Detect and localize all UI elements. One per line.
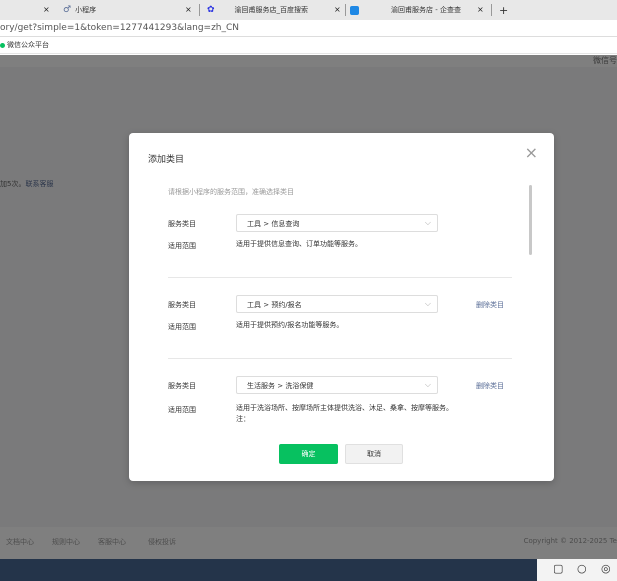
baidu-paw-icon: ✿ — [207, 5, 215, 15]
dialog-title: 添加类目 — [148, 155, 185, 165]
tab-close-icon[interactable]: × — [477, 5, 484, 14]
add-category-dialog: 添加类目 × 请根据小程序的服务范围，准确选择类目 服务类目 工具 > 信息查询… — [129, 133, 554, 481]
bookmarks-bar: 微信公众平台 — [0, 37, 617, 54]
browser-tab-1[interactable]: × — [0, 0, 52, 20]
scope-value: 适用于提供信息查询、订单功能等服务。 — [236, 240, 362, 248]
category-select[interactable]: 工具 > 信息查询 ⌵ — [236, 214, 438, 232]
category-select[interactable]: 生活服务 > 洗浴保健 ⌵ — [236, 376, 438, 394]
tab-close-icon[interactable]: × — [334, 5, 341, 14]
tab-label: 渝回甫服务店_百度搜索 — [234, 6, 309, 14]
browser-tab-bar: × ♂ 小程序 × ✿ 渝回甫服务店_百度搜索 × 渝回甫服务店 - 企查查 ×… — [0, 0, 617, 20]
divider — [168, 358, 512, 359]
chevron-down-icon: ⌵ — [424, 299, 431, 308]
system-tray: ▢ ○ ◎ — [537, 559, 617, 581]
divider — [168, 277, 512, 278]
scope-label: 适用范围 — [168, 242, 196, 250]
category-select[interactable]: 工具 > 预约/报名 ⌵ — [236, 295, 438, 313]
scope-value: 适用于提供预约/报名功能等服务。 — [236, 321, 344, 329]
scope-label: 适用范围 — [168, 323, 196, 331]
scope-note: 注： — [236, 415, 250, 423]
mini-program-icon: ♂ — [63, 5, 72, 15]
wechat-bookmark-icon — [0, 43, 5, 48]
scope-label: 适用范围 — [168, 406, 196, 414]
cancel-button[interactable]: 取消 — [345, 444, 403, 464]
tab-close-icon[interactable]: × — [185, 5, 192, 14]
close-icon[interactable]: × — [525, 143, 538, 162]
category-select-value: 工具 > 预约/报名 — [247, 301, 302, 309]
chevron-down-icon: ⌵ — [424, 380, 431, 389]
delete-category-link[interactable]: 删除类目 — [476, 300, 504, 310]
category-item: 服务类目 生活服务 > 洗浴保健 ⌵ 删除类目 适用范围 适用于洗浴场所、按摩场… — [168, 375, 512, 435]
category-item: 服务类目 工具 > 预约/报名 ⌵ 删除类目 适用范围 适用于提供预约/报名功能… — [168, 294, 512, 360]
tab-separator — [345, 4, 346, 16]
tab-close-icon[interactable]: × — [43, 5, 50, 14]
new-tab-button[interactable]: + — [499, 0, 511, 20]
os-taskbar: ▢ ○ ◎ — [0, 559, 617, 581]
scope-value: 适用于洗浴场所、按摩场所主体提供洗浴、沐足、桑拿、按摩等服务。 — [236, 404, 453, 412]
service-category-label: 服务类目 — [168, 301, 196, 309]
service-category-label: 服务类目 — [168, 382, 196, 390]
browser-tab-mini-program[interactable]: ♂ 小程序 × — [63, 0, 193, 20]
bookmark-wechat-mp[interactable]: 微信公众平台 — [7, 40, 49, 50]
category-select-value: 工具 > 信息查询 — [247, 220, 300, 228]
chevron-down-icon: ⌵ — [424, 218, 431, 227]
category-select-value: 生活服务 > 洗浴保健 — [247, 382, 314, 390]
delete-category-link[interactable]: 删除类目 — [476, 381, 504, 391]
circle-icon[interactable]: ○ — [577, 562, 587, 575]
address-url: ory/get?simple=1&token=1277441293&lang=z… — [0, 23, 240, 33]
browser-tab-baidu[interactable]: ✿ 渝回甫服务店_百度搜索 × — [207, 0, 343, 20]
tab-label: 渝回甫服务店 - 企查查 — [391, 6, 461, 14]
tab-separator — [199, 4, 200, 16]
dialog-scrollbar[interactable] — [529, 185, 532, 255]
category-item: 服务类目 工具 > 信息查询 ⌵ 适用范围 适用于提供信息查询、订单功能等服务。 — [168, 213, 512, 279]
qichacha-icon — [350, 5, 359, 15]
at-icon[interactable]: ◎ — [601, 562, 611, 575]
address-bar[interactable]: ory/get?simple=1&token=1277441293&lang=z… — [0, 20, 617, 37]
browser-tab-qichacha[interactable]: 渝回甫服务店 - 企查查 × — [350, 0, 490, 20]
tab-label: 小程序 — [75, 6, 97, 14]
tab-separator — [491, 4, 492, 16]
service-category-label: 服务类目 — [168, 220, 196, 228]
window-icon[interactable]: ▢ — [553, 562, 563, 575]
confirm-button[interactable]: 确定 — [279, 444, 338, 464]
dialog-hint: 请根据小程序的服务范围，准确选择类目 — [168, 188, 294, 196]
